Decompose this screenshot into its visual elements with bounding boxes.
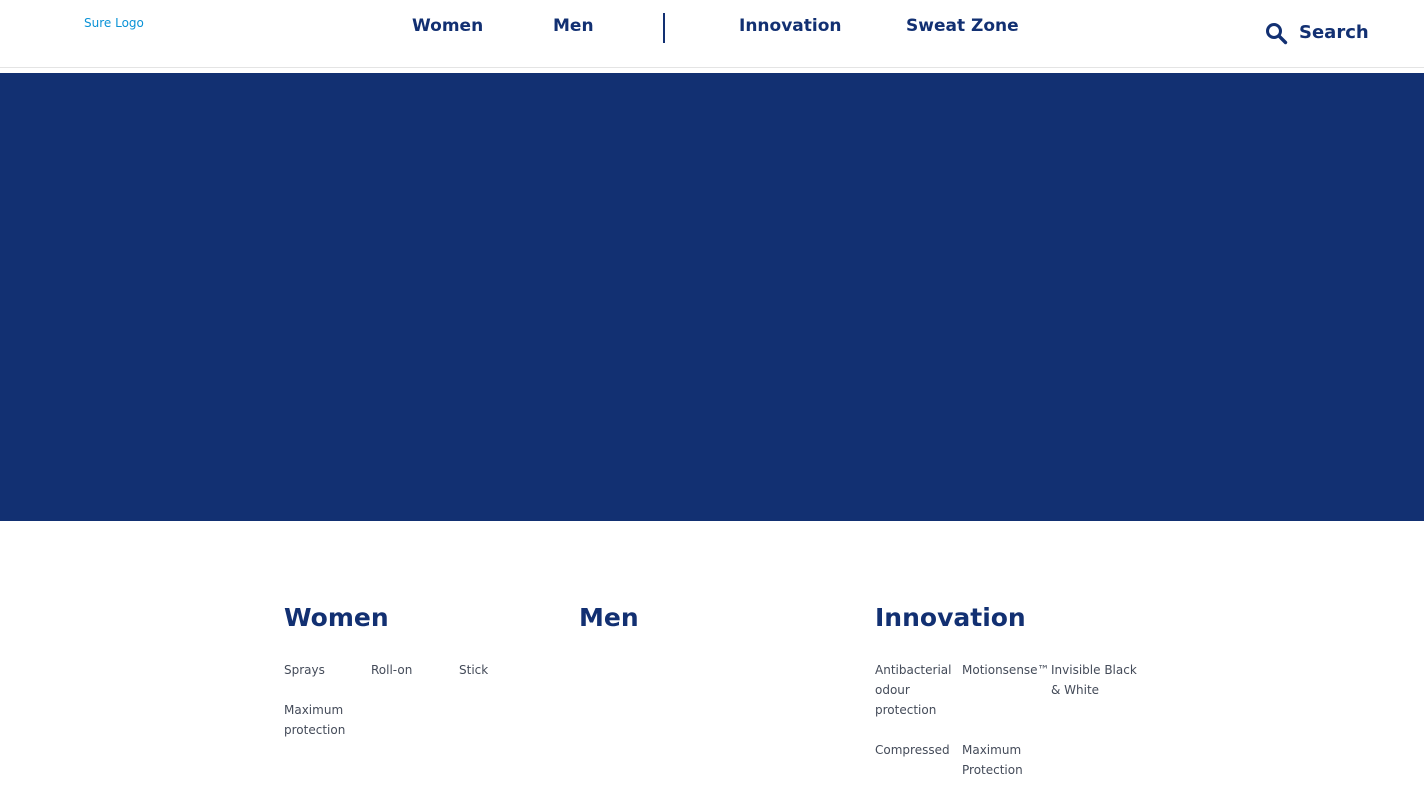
nav-men[interactable]: Men: [553, 14, 594, 38]
nav-divider: [663, 13, 665, 43]
footer-heading-men[interactable]: Men: [579, 600, 639, 636]
search-button[interactable]: Search: [1264, 19, 1369, 47]
search-label: Search: [1299, 22, 1369, 43]
hero-banner: [0, 73, 1424, 521]
footer-column-women: Women Sprays Roll-on Stick Maximum prote…: [284, 600, 488, 737]
search-icon: [1264, 21, 1288, 45]
footer-heading-innovation[interactable]: Innovation: [875, 600, 1026, 636]
nav-women[interactable]: Women: [412, 14, 483, 38]
site-header: Sure Logo Women Men Innovation Sweat Zon…: [0, 0, 1424, 68]
footer-link-invisible-black-white[interactable]: Invisible Black & White: [1051, 660, 1143, 700]
footer-link-antibacterial-odour-protection[interactable]: Antibacterial odour protection: [875, 660, 959, 720]
footer-link-compressed[interactable]: Compressed: [875, 740, 963, 760]
footer-column-innovation: Innovation Antibacterial odour protectio…: [875, 600, 1137, 777]
nav-sweat-zone[interactable]: Sweat Zone: [906, 14, 1019, 38]
footer-link-maximum-protection-innovation[interactable]: Maximum Protection: [962, 740, 1034, 780]
footer-link-motionsense[interactable]: Motionsense™: [962, 660, 1052, 680]
footer-heading-women[interactable]: Women: [284, 600, 389, 636]
footer-column-men: Men: [579, 600, 639, 636]
nav-innovation[interactable]: Innovation: [739, 14, 842, 38]
footer-link-roll-on[interactable]: Roll-on: [371, 660, 459, 680]
sure-logo[interactable]: Sure Logo: [84, 13, 144, 33]
footer-link-maximum-protection[interactable]: Maximum protection: [284, 700, 356, 740]
footer-link-stick[interactable]: Stick: [459, 660, 547, 680]
footer-link-sprays[interactable]: Sprays: [284, 660, 372, 680]
